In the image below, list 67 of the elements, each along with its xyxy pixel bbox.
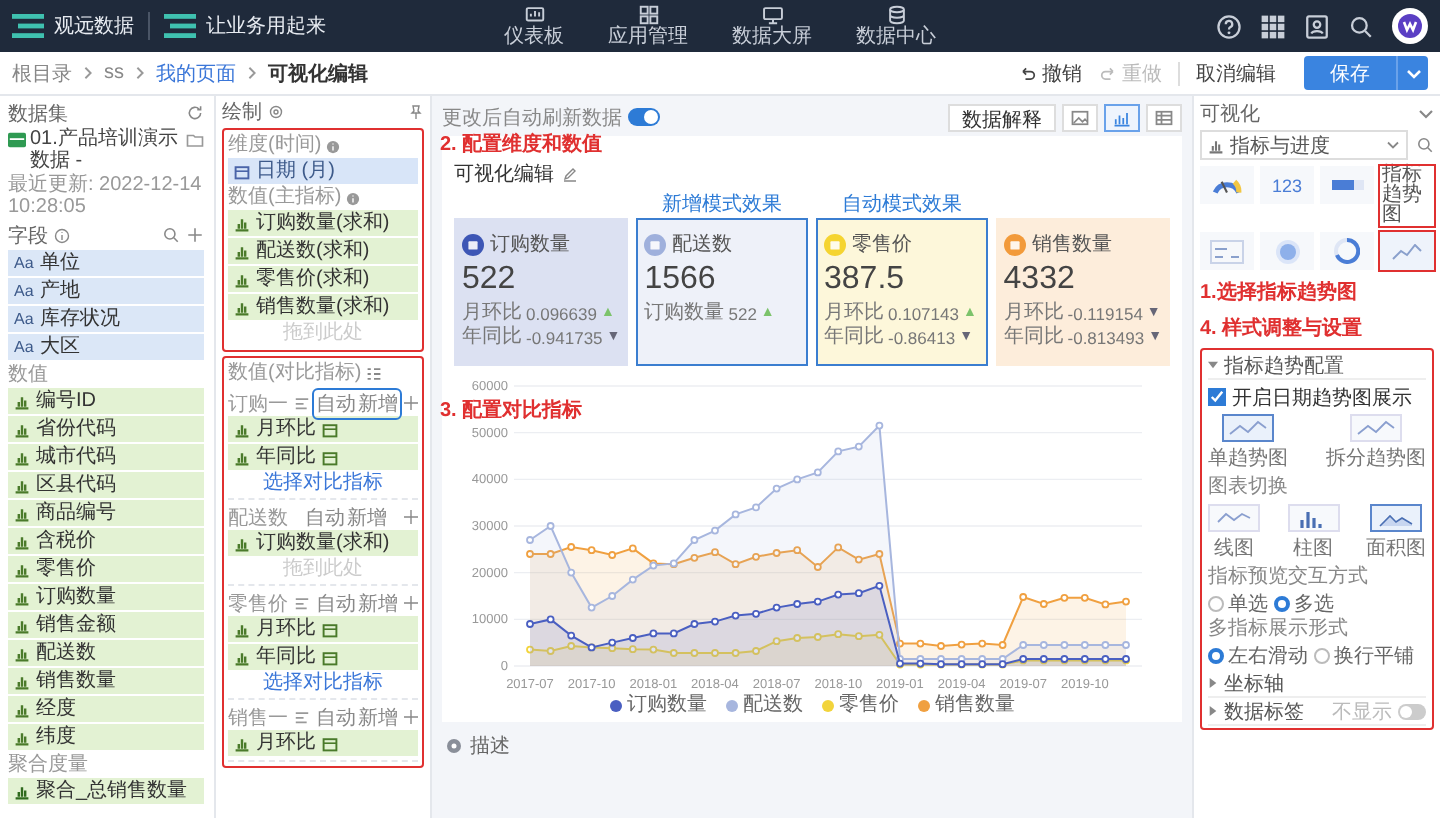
section-title: 字段 [8, 223, 48, 249]
metric-value: 1566 [644, 262, 718, 298]
metric-change: -0.86413 [888, 326, 956, 350]
metric-value: 522 [462, 262, 518, 298]
caption-label: 新增模式效果 [660, 194, 785, 218]
section-title: 指标预览交互方式 [1208, 566, 1370, 590]
metric-change: 522 [728, 302, 757, 326]
checkbox-label: 开启日期趋势图展示 [1232, 385, 1412, 411]
metric-change: 0.107143 [888, 302, 959, 326]
type-label: Aa [14, 336, 34, 360]
metric-change: -0.941735 [526, 326, 603, 350]
field-name: 大区 [39, 334, 80, 360]
chart-title: 可视化编辑 [454, 161, 554, 188]
section-title: 描述 [470, 733, 510, 760]
type-label: Aa [14, 308, 34, 332]
metric-name: 订购数量 [490, 232, 570, 258]
metric-label: 月环比 [824, 302, 884, 325]
caption-label: 自动模式效果 [839, 194, 964, 218]
slogan: 让业务用起来 [206, 13, 326, 40]
annotation-label: 1.选择指标趋势图 [1200, 279, 1359, 306]
metric-label: 年同比 [462, 326, 522, 350]
last-updated: 最近更新: 2022-12-14 10:28:05 [8, 174, 204, 218]
section-title: 图表切换 [1208, 476, 1290, 500]
metric-label: 年同比 [824, 326, 884, 350]
section-title: 聚合度量 [8, 752, 90, 778]
metric-change: -0.119154 [1067, 302, 1143, 326]
legend-label: 销售数量 [935, 694, 1015, 718]
metric-name: 订购一 [228, 391, 288, 417]
field-name: 库存状况 [39, 306, 120, 332]
field-name: 产地 [39, 278, 80, 304]
metric-label: 月环比 [1003, 302, 1064, 325]
metric-change: -0.813493 [1067, 326, 1145, 350]
type-label: Aa [14, 280, 34, 304]
panel-title: 可视化 [1200, 101, 1260, 127]
breadcrumb-item: 根目录 [12, 61, 72, 87]
section-title: 数值 [8, 362, 50, 388]
breadcrumb-item: 可视化编辑 [268, 61, 368, 87]
toggle-label: 不显示 [1332, 699, 1392, 725]
section-title: 多指标展示形式 [1208, 618, 1350, 642]
slot-title: 数值(对比指标) [228, 362, 362, 386]
metric-label: 月环比 [462, 302, 522, 325]
metric-name: 销售数量 [1031, 232, 1112, 258]
metric-name: 销售一 [228, 705, 288, 731]
slot-title: 数值(主指标) [228, 186, 342, 210]
panel-title: 数据集 [8, 101, 68, 127]
metric-value: 4332 [1003, 262, 1077, 298]
metric-name: 配送数 [672, 232, 733, 258]
panel-title: 绘制 [222, 99, 262, 125]
metric-name: 配送数 [228, 505, 288, 531]
metric-label: 订购数量 [644, 302, 725, 326]
legend-label: 订购数量 [627, 694, 707, 718]
toggle-label: 更改后自动刷新数据 [442, 105, 622, 131]
legend-label: 零售价 [839, 694, 899, 718]
annotation-label: 2. 配置维度和数值 [440, 130, 603, 158]
field-name: 单位 [39, 250, 80, 276]
brand-name: 观远数据 [54, 14, 134, 40]
metric-value: 387.5 [824, 262, 907, 298]
annotation-label: 4. 样式调整与设置 [1200, 315, 1365, 342]
metric-label: 年同比 [1003, 326, 1064, 350]
annotation-label: 3. 配置对比指标 [440, 397, 583, 424]
metric-change: 0.096639 [526, 302, 597, 326]
metric-name: 零售价 [852, 232, 912, 258]
legend-label: 配送数 [743, 694, 803, 718]
type-label: Aa [14, 252, 34, 276]
metric-name: 零售价 [228, 591, 288, 617]
slot-title: 维度(时间) [228, 134, 322, 158]
breadcrumb-item: ss [104, 62, 124, 84]
